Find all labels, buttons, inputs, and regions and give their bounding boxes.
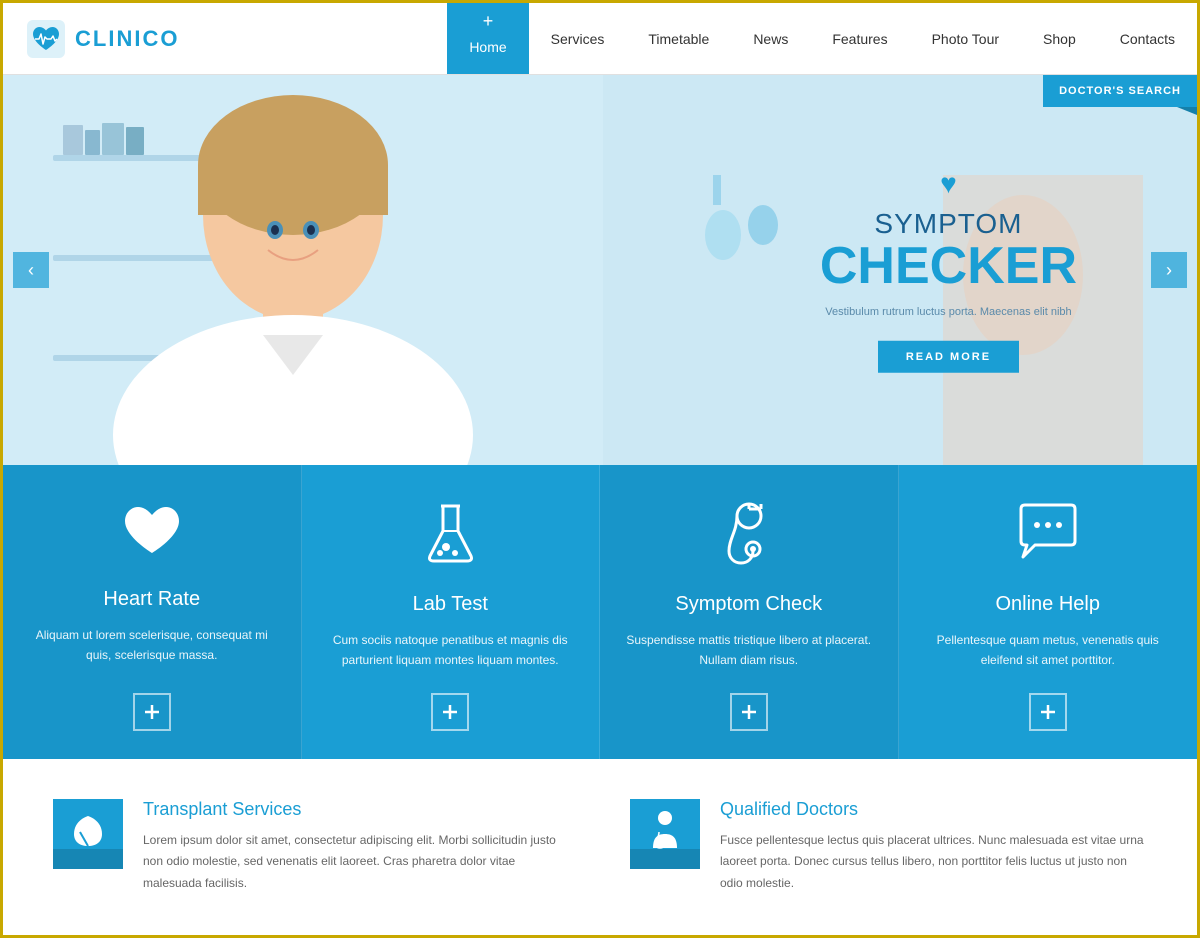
logo-text: CLINICO [75, 26, 179, 52]
leaf-icon [70, 812, 106, 855]
doctor-icon [647, 810, 683, 857]
main-nav: + Home Services Timetable News Features … [447, 3, 1197, 74]
nav-features-label: Features [832, 31, 887, 47]
service-card-heart-rate: Heart Rate Aliquam ut lorem scelerisque,… [3, 465, 302, 759]
read-more-button[interactable]: READ MORE [878, 340, 1019, 372]
logo[interactable]: CLINICO [3, 3, 203, 74]
service-lab-test-plus[interactable] [431, 693, 469, 731]
nav-news[interactable]: News [731, 3, 810, 74]
nav-home[interactable]: + Home [447, 3, 528, 74]
nav-services[interactable]: Services [529, 3, 627, 74]
service-heart-rate-title: Heart Rate [103, 588, 200, 611]
services-strip: Heart Rate Aliquam ut lorem scelerisque,… [3, 465, 1197, 759]
doctors-title: Qualified Doctors [720, 799, 1147, 820]
transplant-icon-box [53, 799, 123, 869]
feature-transplant: Transplant Services Lorem ipsum dolor si… [53, 799, 570, 895]
symptom-check-icon [714, 501, 784, 575]
transplant-text: Transplant Services Lorem ipsum dolor si… [143, 799, 570, 895]
nav-timetable-label: Timetable [648, 31, 709, 47]
carousel-prev-button[interactable]: ‹ [13, 252, 49, 288]
features-section: Transplant Services Lorem ipsum dolor si… [3, 759, 1197, 935]
service-online-help-plus[interactable] [1029, 693, 1067, 731]
service-symptom-check-desc: Suspendisse mattis tristique libero at p… [624, 630, 874, 671]
service-lab-test-title: Lab Test [413, 593, 488, 616]
online-help-icon [1013, 501, 1083, 575]
service-card-lab-test: Lab Test Cum sociis natoque penatibus et… [302, 465, 601, 759]
service-online-help-title: Online Help [995, 593, 1100, 616]
nav-news-label: News [753, 31, 788, 47]
nav-home-label: Home [469, 39, 506, 55]
nav-photo-tour[interactable]: Photo Tour [910, 3, 1021, 74]
service-online-help-desc: Pellentesque quam metus, venenatis quis … [923, 630, 1174, 671]
header: CLINICO + Home Services Timetable News F… [3, 3, 1197, 75]
nav-shop[interactable]: Shop [1021, 3, 1098, 74]
hero-heart-icon: ♥ [820, 168, 1077, 200]
service-heart-rate-plus[interactable] [133, 693, 171, 731]
hero-section: DOCTOR'S SEARCH ♥ SYMPTOM CHECKER Vestib… [3, 75, 1197, 465]
service-heart-rate-desc: Aliquam ut lorem scelerisque, consequat … [27, 625, 277, 671]
carousel-next-button[interactable]: › [1151, 252, 1187, 288]
hero-subtitle: Vestibulum rutrum luctus porta. Maecenas… [820, 304, 1077, 321]
nav-shop-label: Shop [1043, 31, 1076, 47]
service-lab-test-desc: Cum sociis natoque penatibus et magnis d… [326, 630, 576, 671]
nav-timetable[interactable]: Timetable [626, 3, 731, 74]
service-card-symptom-check: Symptom Check Suspendisse mattis tristiq… [600, 465, 899, 759]
transplant-desc: Lorem ipsum dolor sit amet, consectetur … [143, 830, 570, 895]
feature-doctors: Qualified Doctors Fusce pellentesque lec… [630, 799, 1147, 895]
doctors-icon-box [630, 799, 700, 869]
hero-symptom-line1: SYMPTOM [820, 208, 1077, 240]
service-card-online-help: Online Help Pellentesque quam metus, ven… [899, 465, 1198, 759]
heart-rate-icon [117, 501, 187, 570]
nav-home-plus: + [483, 11, 494, 32]
nav-contacts[interactable]: Contacts [1098, 3, 1197, 74]
hero-symptom-line2: CHECKER [820, 240, 1077, 292]
service-symptom-check-title: Symptom Check [675, 593, 822, 616]
doctors-search-button[interactable]: DOCTOR'S SEARCH [1043, 75, 1197, 107]
hero-content: ♥ SYMPTOM CHECKER Vestibulum rutrum luct… [820, 168, 1077, 373]
nav-contacts-label: Contacts [1120, 31, 1175, 47]
nav-photo-tour-label: Photo Tour [932, 31, 999, 47]
doctors-text: Qualified Doctors Fusce pellentesque lec… [720, 799, 1147, 895]
service-symptom-check-plus[interactable] [730, 693, 768, 731]
logo-icon [27, 20, 65, 58]
nav-services-label: Services [551, 31, 605, 47]
lab-test-icon [418, 501, 483, 575]
transplant-title: Transplant Services [143, 799, 570, 820]
doctors-desc: Fusce pellentesque lectus quis placerat … [720, 830, 1147, 895]
nav-features[interactable]: Features [810, 3, 909, 74]
